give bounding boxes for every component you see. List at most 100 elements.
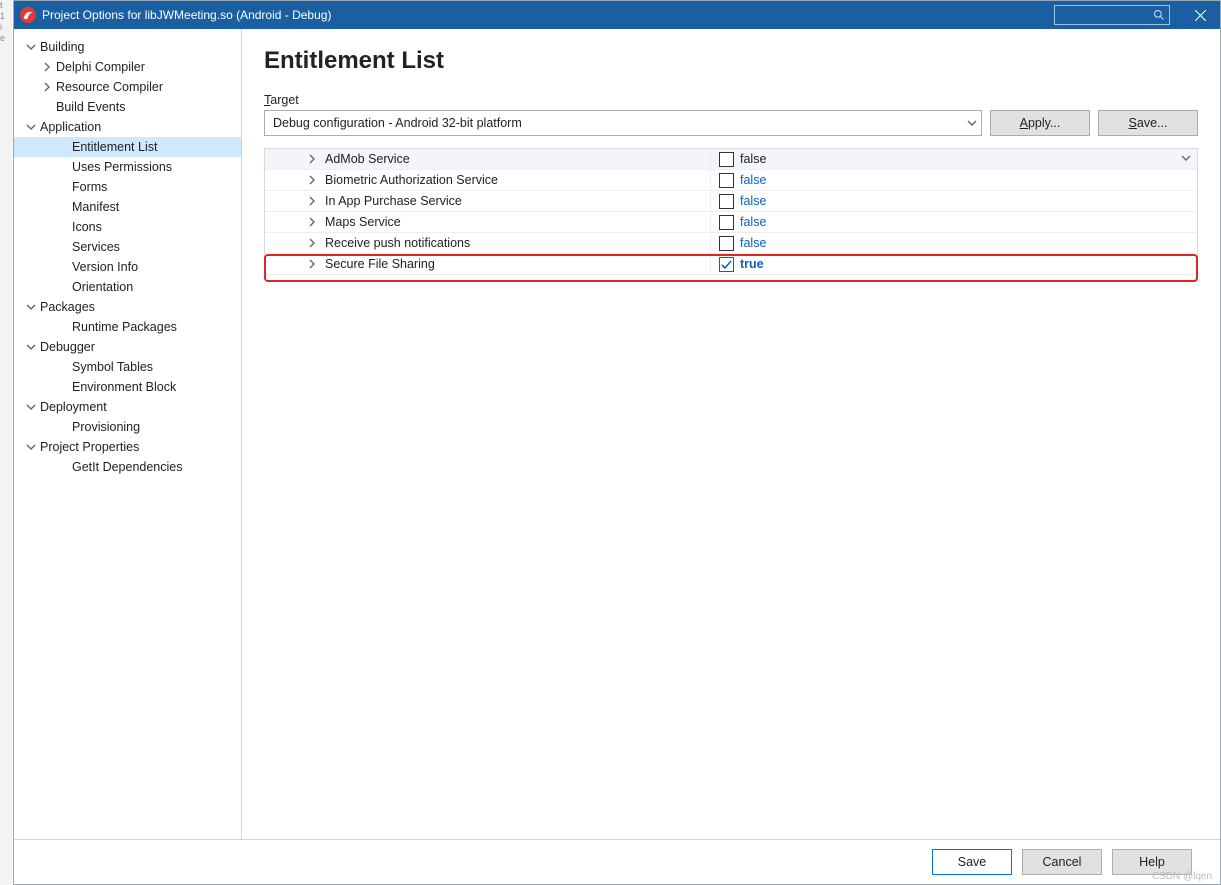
- chevron-down-icon: [24, 340, 38, 354]
- chevron-right-icon: [305, 173, 319, 187]
- target-label: Target: [264, 93, 1198, 107]
- entitlement-row[interactable]: Receive push notifications false: [265, 233, 1197, 254]
- tree-item[interactable]: Project Properties: [14, 437, 241, 457]
- entitlement-value-cell[interactable]: false: [711, 170, 1197, 190]
- options-tree[interactable]: Building Delphi Compiler Resource Compiler…: [14, 29, 242, 839]
- chevron-down-icon[interactable]: [1181, 152, 1191, 166]
- tree-item[interactable]: Deployment: [14, 397, 241, 417]
- tree-item[interactable]: Orientation: [14, 277, 241, 297]
- tree-item-label: Deployment: [40, 400, 107, 414]
- tree-spacer: [56, 360, 70, 374]
- entitlement-value: false: [740, 152, 766, 166]
- tree-item[interactable]: Version Info: [14, 257, 241, 277]
- tree-item[interactable]: Uses Permissions: [14, 157, 241, 177]
- tree-spacer: [56, 220, 70, 234]
- window-title: Project Options for libJWMeeting.so (And…: [42, 8, 331, 22]
- entitlement-name: Biometric Authorization Service: [325, 173, 498, 187]
- chevron-right-icon: [305, 194, 319, 208]
- dialog-window: Project Options for libJWMeeting.so (And…: [13, 0, 1221, 885]
- tree-item[interactable]: Runtime Packages: [14, 317, 241, 337]
- entitlement-row[interactable]: Biometric Authorization Service false: [265, 170, 1197, 191]
- tree-item[interactable]: Application: [14, 117, 241, 137]
- tree-item[interactable]: Symbol Tables: [14, 357, 241, 377]
- tree-item-label: Environment Block: [72, 380, 176, 394]
- editor-gutter-background: t 1ie: [0, 0, 12, 885]
- entitlement-row[interactable]: Secure File Sharing true: [265, 254, 1197, 275]
- entitlement-value-cell[interactable]: false: [711, 233, 1197, 253]
- tree-item[interactable]: Services: [14, 237, 241, 257]
- save-as-button[interactable]: Save...: [1098, 110, 1198, 136]
- tree-item[interactable]: Delphi Compiler: [14, 57, 241, 77]
- entitlement-value-cell[interactable]: false: [711, 212, 1197, 232]
- tree-item[interactable]: Building: [14, 37, 241, 57]
- entitlement-value-cell[interactable]: false: [711, 191, 1197, 211]
- tree-item[interactable]: Resource Compiler: [14, 77, 241, 97]
- tree-item[interactable]: Entitlement List: [14, 137, 241, 157]
- checkbox[interactable]: [719, 152, 734, 167]
- checkbox[interactable]: [719, 236, 734, 251]
- tree-item-label: GetIt Dependencies: [72, 460, 183, 474]
- entitlement-value: true: [740, 257, 764, 271]
- tree-item-label: Manifest: [72, 200, 119, 214]
- tree-item[interactable]: Build Events: [14, 97, 241, 117]
- tree-item-label: Debugger: [40, 340, 95, 354]
- chevron-down-icon: [24, 40, 38, 54]
- tree-item[interactable]: Environment Block: [14, 377, 241, 397]
- entitlement-row[interactable]: AdMob Service false: [265, 149, 1197, 170]
- entitlement-name-cell: In App Purchase Service: [265, 191, 711, 211]
- chevron-down-icon: [24, 300, 38, 314]
- tree-item-label: Building: [40, 40, 84, 54]
- entitlement-value: false: [740, 173, 766, 187]
- chevron-right-icon: [40, 80, 54, 94]
- titlebar-search[interactable]: [1054, 5, 1170, 25]
- chevron-right-icon: [305, 257, 319, 271]
- target-select[interactable]: Debug configuration - Android 32-bit pla…: [264, 110, 982, 136]
- entitlement-name: Receive push notifications: [325, 236, 470, 250]
- tree-spacer: [56, 260, 70, 274]
- tree-item[interactable]: GetIt Dependencies: [14, 457, 241, 477]
- checkbox[interactable]: [719, 173, 734, 188]
- tree-item-label: Uses Permissions: [72, 160, 172, 174]
- tree-spacer: [56, 180, 70, 194]
- close-icon: [1195, 10, 1206, 21]
- tree-spacer: [56, 200, 70, 214]
- watermark: CSDN @lqen: [1152, 871, 1212, 882]
- apply-button[interactable]: Apply...: [990, 110, 1090, 136]
- chevron-right-icon: [305, 152, 319, 166]
- tree-item[interactable]: Manifest: [14, 197, 241, 217]
- tree-item-label: Version Info: [72, 260, 138, 274]
- chevron-down-icon: [24, 400, 38, 414]
- dialog-footer: Save Cancel Help: [14, 839, 1220, 884]
- tree-item[interactable]: Provisioning: [14, 417, 241, 437]
- checkbox[interactable]: [719, 215, 734, 230]
- tree-item-label: Delphi Compiler: [56, 60, 145, 74]
- chevron-down-icon: [967, 118, 977, 128]
- target-row: Target Debug configuration - Android 32-…: [264, 93, 1198, 136]
- tree-item-label: Runtime Packages: [72, 320, 177, 334]
- entitlement-row[interactable]: Maps Servicefalse: [265, 212, 1197, 233]
- tree-item-label: Icons: [72, 220, 102, 234]
- checkbox[interactable]: [719, 194, 734, 209]
- tree-item-label: Application: [40, 120, 101, 134]
- tree-spacer: [56, 320, 70, 334]
- entitlement-name-cell: Secure File Sharing: [265, 254, 711, 274]
- entitlement-row[interactable]: In App Purchase Service false: [265, 191, 1197, 212]
- tree-spacer: [56, 460, 70, 474]
- save-button[interactable]: Save: [932, 849, 1012, 875]
- close-button[interactable]: [1180, 1, 1220, 29]
- tree-item[interactable]: Packages: [14, 297, 241, 317]
- checkbox[interactable]: [719, 257, 734, 272]
- tree-item[interactable]: Icons: [14, 217, 241, 237]
- tree-item[interactable]: Debugger: [14, 337, 241, 357]
- entitlement-value: false: [740, 194, 766, 208]
- cancel-button[interactable]: Cancel: [1022, 849, 1102, 875]
- chevron-down-icon: [24, 120, 38, 134]
- app-icon: [20, 7, 36, 23]
- tree-item-label: Provisioning: [72, 420, 140, 434]
- tree-item-label: Orientation: [72, 280, 133, 294]
- entitlement-name-cell: AdMob Service: [265, 149, 711, 169]
- entitlement-value-cell[interactable]: true: [711, 254, 1197, 274]
- tree-item[interactable]: Forms: [14, 177, 241, 197]
- tree-spacer: [56, 280, 70, 294]
- entitlement-value-cell[interactable]: false: [711, 149, 1197, 169]
